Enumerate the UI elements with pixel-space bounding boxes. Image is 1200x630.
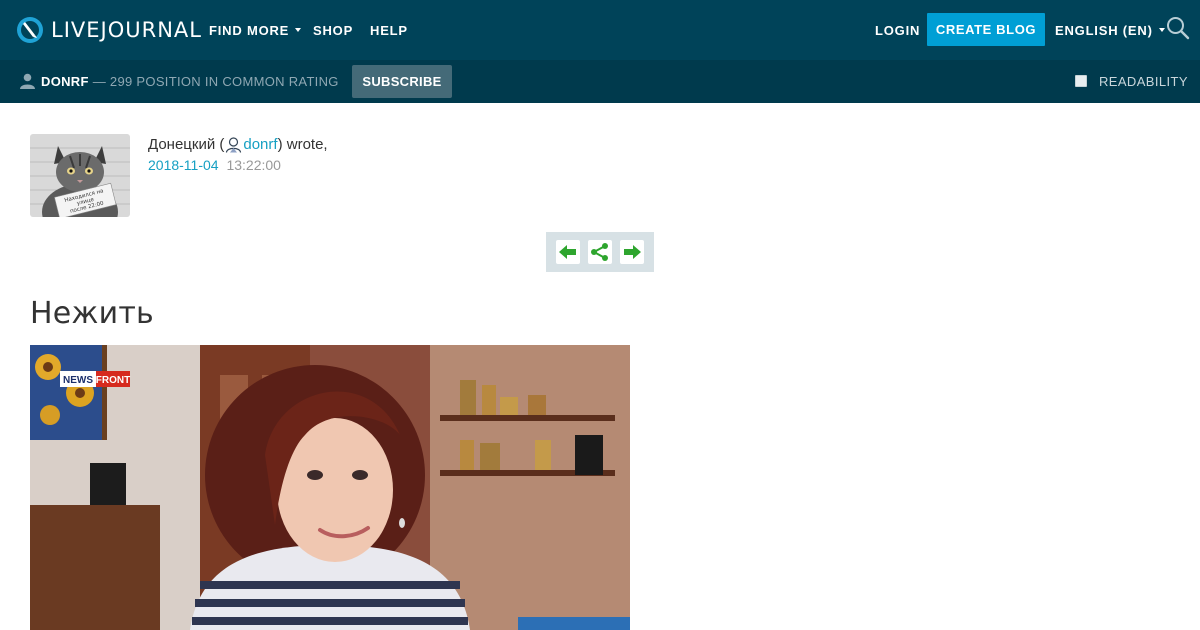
journal-info: DONRF — 299 POSITION IN COMMON RATING (41, 60, 339, 103)
search-icon[interactable] (1166, 16, 1190, 40)
livejournal-logo-icon (17, 17, 43, 43)
arrow-right-icon (624, 245, 641, 259)
chevron-down-icon (1158, 28, 1165, 32)
svg-text:NEWS: NEWS (63, 375, 93, 386)
user-icon (20, 73, 35, 89)
svg-text:FRONT: FRONT (96, 375, 130, 386)
readability-label[interactable]: READABILITY (1099, 60, 1188, 103)
shop-link[interactable]: SHOP (313, 0, 353, 60)
wrote-text: ) wrote, (277, 136, 328, 153)
avatar-cat-image: Находился на улице после 22:00 (30, 134, 130, 217)
logo-text: LIVEJOURNAL (51, 18, 202, 42)
user-icon[interactable] (225, 136, 242, 153)
login-link[interactable]: LOGIN (875, 0, 920, 60)
subscribe-button[interactable]: SUBSCRIBE (352, 65, 452, 98)
next-entry-button[interactable] (620, 240, 644, 264)
share-button[interactable] (588, 240, 612, 264)
avatar[interactable]: Находился на улице после 22:00 (30, 134, 130, 217)
previous-entry-button[interactable] (556, 240, 580, 264)
create-blog-button[interactable]: CREATE BLOG (927, 13, 1045, 46)
journal-username-link[interactable]: DONRF (41, 74, 89, 89)
help-link[interactable]: HELP (370, 0, 408, 60)
language-selector[interactable]: ENGLISH (EN) (1055, 0, 1165, 60)
post-datetime: 2018-11-04 13:22:00 (148, 157, 281, 173)
journal-rank-text: — 299 POSITION IN COMMON RATING (92, 74, 339, 89)
post-time: 13:22:00 (226, 157, 281, 173)
arrow-left-icon (559, 245, 576, 259)
post-author-line: Донецкий ( donrf ) wrote, (148, 136, 328, 153)
author-username-link[interactable]: donrf (243, 136, 277, 153)
entry-navigation (546, 232, 654, 272)
share-icon (591, 243, 608, 261)
author-display-name: Донецкий ( (148, 136, 225, 153)
post-image[interactable]: NEWS FRONT (30, 345, 630, 630)
find-more-label: FIND MORE (209, 22, 290, 38)
readability-checkbox[interactable] (1075, 75, 1087, 87)
livejournal-logo[interactable]: LIVEJOURNAL (16, 14, 202, 46)
language-label: ENGLISH (EN) (1055, 22, 1153, 38)
post-title: Нежить (30, 296, 154, 331)
post-photo: NEWS FRONT (30, 345, 630, 630)
find-more-menu[interactable]: FIND MORE (209, 0, 302, 60)
post-date-link[interactable]: 2018-11-04 (148, 157, 219, 173)
chevron-down-icon (295, 28, 302, 32)
